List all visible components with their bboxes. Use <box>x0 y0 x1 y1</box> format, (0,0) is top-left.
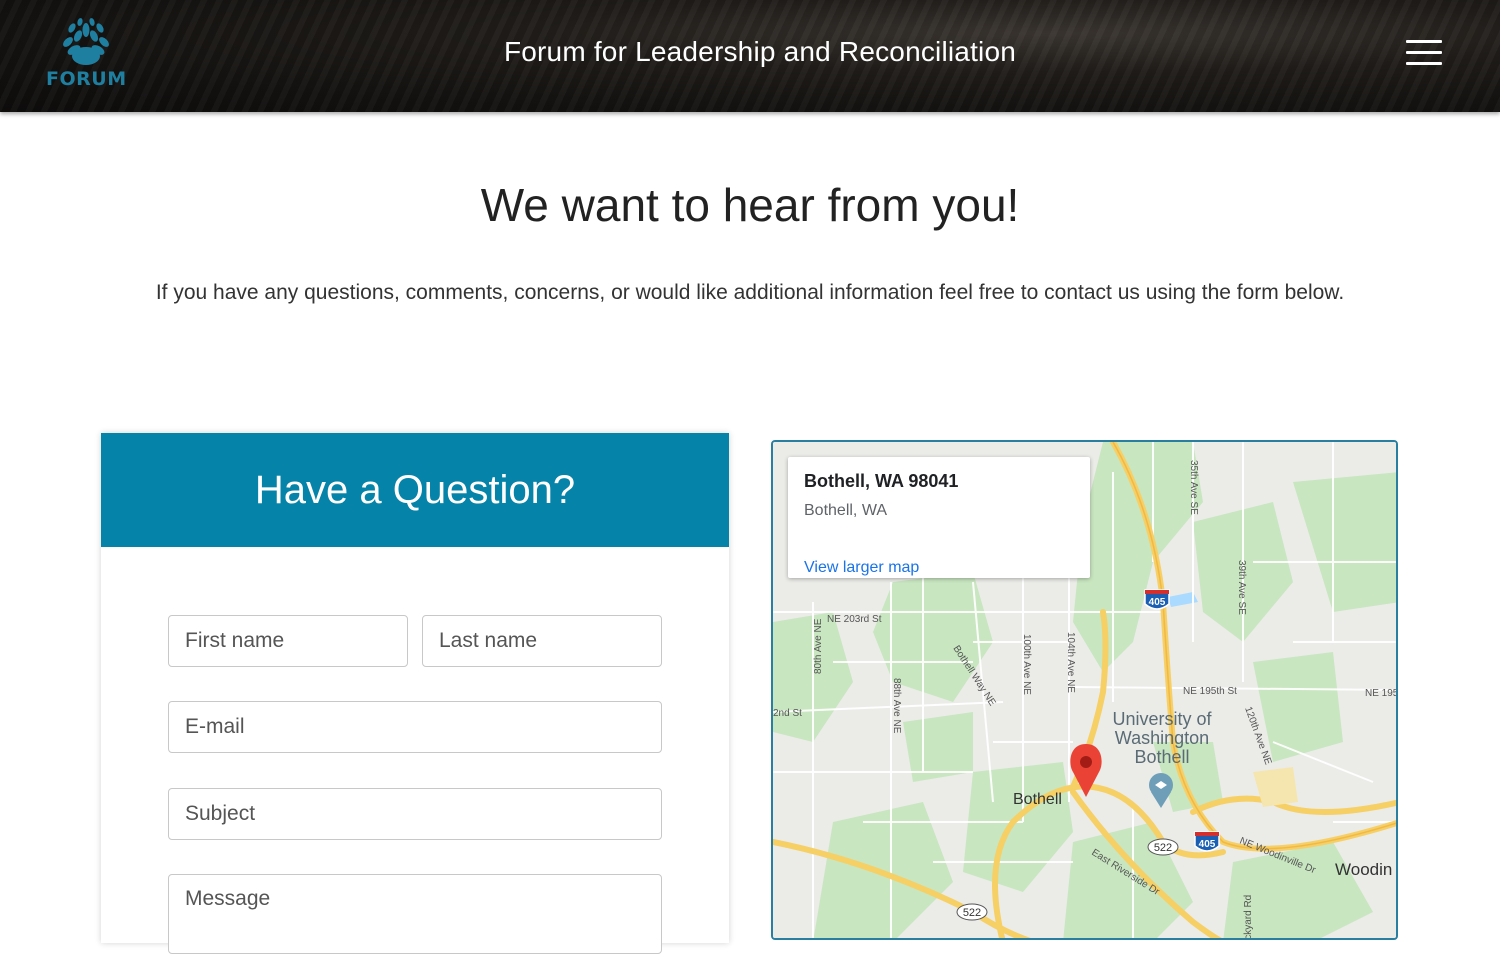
i405-label-north: 405 <box>1149 597 1166 608</box>
label-bothell: Bothell <box>1013 791 1062 808</box>
form-title: Have a Question? <box>254 467 576 512</box>
map-info-title: Bothell, WA 98041 <box>804 471 959 491</box>
label-ne-203rd: NE 203rd St <box>827 614 882 625</box>
label-39th-ave: 39th Ave SE <box>1236 560 1247 615</box>
sr522-label-east: 522 <box>1154 842 1172 854</box>
form-header: Have a Question? <box>101 433 729 547</box>
label-80th-ave: 80th Ave NE <box>813 618 824 674</box>
label-2nd-st: 2nd St <box>773 708 802 719</box>
message-textarea[interactable] <box>168 874 662 954</box>
label-woodin: Woodin <box>1335 860 1392 879</box>
map-info-box: Bothell, WA 98041 Bothell, WA View large… <box>788 457 1090 578</box>
logo-text: FORUM <box>46 68 127 90</box>
last-name-input[interactable] <box>422 615 662 667</box>
label-uw-line2: Washington <box>1115 728 1209 748</box>
hamburger-menu-icon[interactable] <box>1406 40 1442 66</box>
label-ne-195-cut: NE 195 <box>1365 688 1398 699</box>
label-104th-ave: 104th Ave NE <box>1065 632 1076 693</box>
intro-text: If you have any questions, comments, con… <box>155 281 1345 304</box>
map-embed[interactable]: 405 405 522 522 NE 203rd St 80th Ave NE … <box>771 440 1398 940</box>
label-uw-line1: University of <box>1112 709 1212 729</box>
label-100th-ave: 100th Ave NE <box>1021 634 1032 695</box>
label-88th-ave: 88th Ave NE <box>891 678 902 734</box>
i405-label-south: 405 <box>1199 839 1216 850</box>
page-title: We want to hear from you! <box>480 179 1020 231</box>
sr522-label-south: 522 <box>963 907 981 919</box>
site-header: FORUM Forum for Leadership and Reconcili… <box>0 0 1500 112</box>
contact-form-card: Have a Question? <box>101 433 729 954</box>
label-uw-line3: Bothell <box>1134 747 1189 767</box>
email-input[interactable] <box>168 701 662 753</box>
site-title[interactable]: Forum for Leadership and Reconciliation <box>0 36 1500 68</box>
subject-input[interactable] <box>168 788 662 840</box>
label-35th-ave: 35th Ave SE <box>1188 460 1199 515</box>
label-kirkyard: ickyard Rd <box>1243 895 1254 940</box>
view-larger-map-link[interactable]: View larger map <box>804 559 919 577</box>
label-ne-195th: NE 195th St <box>1183 686 1237 697</box>
first-name-input[interactable] <box>168 615 408 667</box>
map-info-subtitle: Bothell, WA <box>804 502 887 519</box>
